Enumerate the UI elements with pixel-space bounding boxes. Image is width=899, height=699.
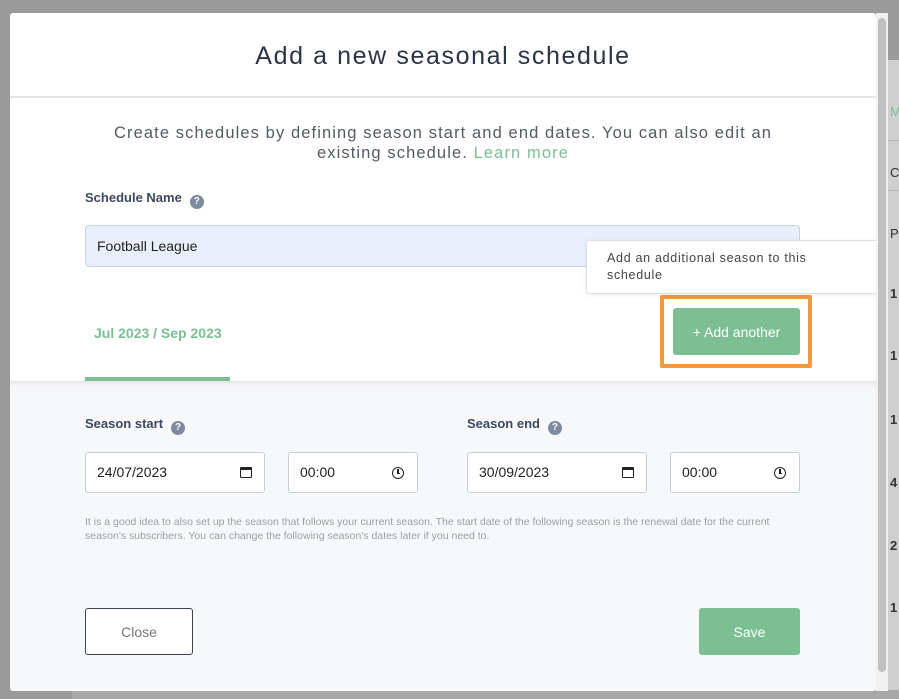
- season-end-label: Season end?: [467, 416, 562, 435]
- intro-text: Create schedules by defining season star…: [10, 123, 876, 163]
- schedule-name-label: Schedule Name?: [85, 190, 204, 209]
- background-cell: 1: [890, 286, 898, 301]
- modal-title: Add a new seasonal schedule: [255, 42, 631, 70]
- seasonal-schedule-modal: Add a new seasonal schedule Create sched…: [10, 13, 876, 691]
- modal-scrollbar[interactable]: [876, 13, 888, 691]
- save-button[interactable]: Save: [699, 608, 800, 655]
- help-icon[interactable]: ?: [547, 421, 562, 435]
- background-cell: 1: [890, 412, 898, 427]
- intro-description: Create schedules by defining season star…: [113, 124, 773, 162]
- help-icon[interactable]: ?: [189, 195, 204, 209]
- scrollbar-thumb[interactable]: [878, 18, 886, 672]
- background-cell: 1: [890, 348, 898, 363]
- season-panel: Season start? Season end? 24/07/2023 00:…: [10, 381, 876, 691]
- season-start-label: Season start?: [85, 416, 186, 435]
- season-end-label-text: Season end: [467, 416, 540, 431]
- season-tab-label: Jul 2023 / Sep 2023: [94, 325, 222, 341]
- season-end-date-value: 30/09/2023: [479, 464, 550, 480]
- schedule-name-label-text: Schedule Name: [85, 190, 182, 205]
- tab-season-jul-sep-2023[interactable]: Jul 2023 / Sep 2023: [85, 295, 230, 381]
- season-renewal-note: It is a good idea to also set up the sea…: [85, 516, 770, 542]
- season-start-time-input[interactable]: 00:00: [288, 452, 418, 493]
- calendar-icon[interactable]: [622, 467, 634, 478]
- learn-more-link[interactable]: Learn more: [474, 144, 569, 162]
- background-cell: C: [890, 165, 899, 180]
- clock-icon[interactable]: [392, 467, 404, 479]
- season-end-time-value: 00:00: [682, 464, 718, 480]
- background-cell: P: [890, 226, 899, 241]
- season-end-date-input[interactable]: 30/09/2023: [467, 452, 647, 493]
- season-start-date-value: 24/07/2023: [97, 464, 168, 480]
- background-tab-fragment: M: [890, 104, 899, 119]
- season-start-label-text: Season start: [85, 416, 164, 431]
- modal-header: Add a new seasonal schedule: [10, 13, 876, 98]
- background-footer: [72, 690, 899, 699]
- add-another-button[interactable]: + Add another: [673, 308, 800, 355]
- background-cell: 4: [890, 475, 898, 490]
- background-cell: 1: [890, 600, 898, 615]
- season-start-time-value: 00:00: [300, 464, 336, 480]
- close-button[interactable]: Close: [85, 608, 193, 655]
- add-season-tooltip: Add an additional season to this schedul…: [586, 240, 876, 294]
- calendar-icon[interactable]: [240, 467, 252, 478]
- season-start-date-input[interactable]: 24/07/2023: [85, 452, 265, 493]
- clock-icon[interactable]: [774, 467, 786, 479]
- help-icon[interactable]: ?: [171, 421, 186, 435]
- background-cell: 2: [890, 538, 898, 553]
- season-end-time-input[interactable]: 00:00: [670, 452, 800, 493]
